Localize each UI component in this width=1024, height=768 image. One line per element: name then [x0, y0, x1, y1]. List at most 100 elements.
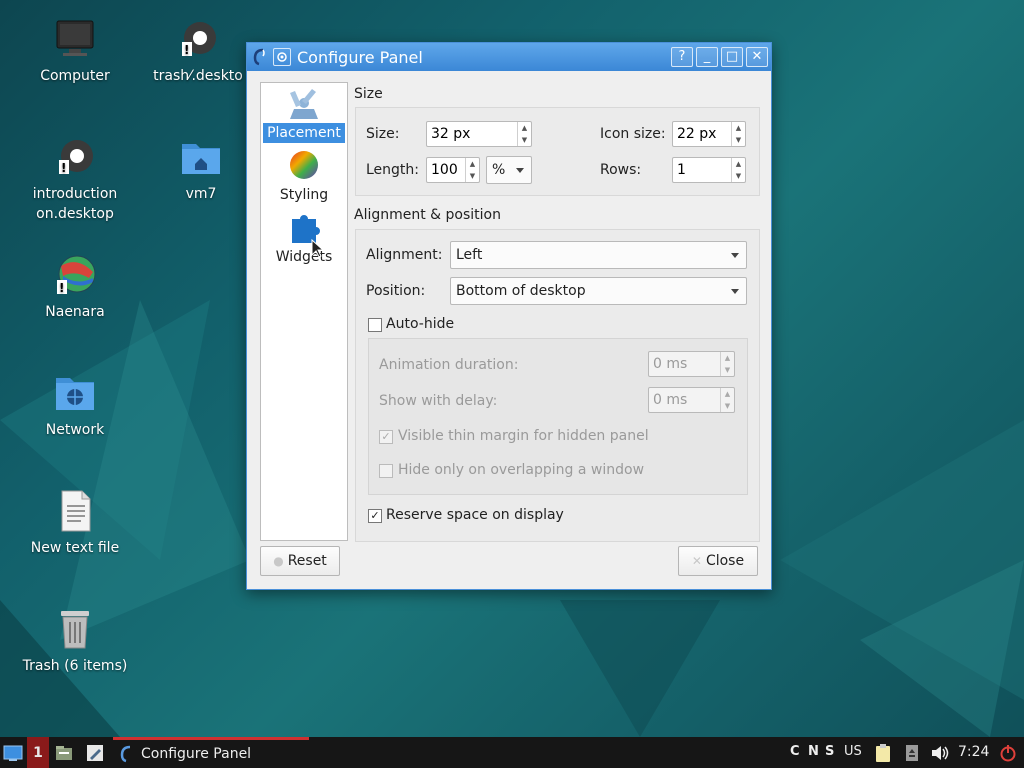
show-delay-spinbox[interactable]: 0 ms ▲ ▼ — [648, 387, 735, 413]
position-select[interactable]: Bottom of desktop — [450, 277, 747, 305]
spin-arrows-icon[interactable]: ▲ ▼ — [720, 388, 734, 412]
spin-arrows-icon[interactable]: ▲ ▼ — [720, 352, 734, 376]
desktop-icon-new-text-file[interactable]: New text file — [20, 490, 130, 558]
overlap-label[interactable]: Hide only on overlapping a window — [398, 462, 644, 478]
close-window-button[interactable]: ✕ — [746, 47, 768, 67]
animation-duration-spinbox[interactable]: 0 ms ▲ ▼ — [648, 351, 735, 377]
help-button[interactable]: ? — [671, 47, 693, 67]
tray-indicator-n[interactable]: N — [808, 744, 819, 759]
desktop-icon-trash[interactable]: Trash (6 items) — [20, 608, 130, 676]
maximize-button[interactable]: □ — [721, 47, 743, 67]
desktop-icon-naenara[interactable]: ! Naenara — [20, 254, 130, 322]
power-button[interactable] — [996, 737, 1020, 768]
icon-size-label: Icon size: — [600, 126, 666, 142]
text-file-icon — [53, 490, 97, 534]
spin-arrows-icon[interactable]: ▲ ▼ — [517, 122, 531, 146]
clock[interactable]: 7:24 — [958, 744, 989, 760]
thin-margin-label[interactable]: Visible thin margin for hidden panel — [398, 428, 649, 444]
gear-desktop-file-icon: ! — [176, 18, 220, 62]
spin-arrows-icon[interactable]: ▲ ▼ — [731, 122, 745, 146]
thin-margin-checkbox[interactable]: ✓ — [379, 430, 393, 444]
tray-indicator-c[interactable]: C — [790, 744, 800, 759]
taskbar: 1 Configure Panel C N S US 7:24 — [0, 737, 1024, 768]
autohide-options-group: Animation duration: 0 ms ▲ ▼ Show with de… — [368, 338, 748, 495]
window-title: Configure Panel — [297, 47, 423, 67]
icon-size-spinbox[interactable]: 22 px ▲ ▼ — [672, 121, 746, 147]
tray-indicator-s[interactable]: S — [825, 744, 834, 759]
clipboard-tray[interactable] — [872, 737, 894, 768]
reserve-space-label[interactable]: Reserve space on display — [386, 507, 564, 523]
file-manager-icon — [56, 745, 72, 760]
task-configure-panel[interactable]: Configure Panel — [113, 737, 309, 768]
browser-globe-icon: ! — [53, 254, 97, 298]
text-editor-launcher[interactable] — [83, 737, 107, 768]
show-delay-label: Show with delay: — [379, 393, 498, 409]
sidebar-item-placement[interactable]: Placement — [261, 87, 347, 143]
overlap-checkbox[interactable] — [379, 464, 393, 478]
reserve-space-checkbox[interactable]: ✓ — [368, 509, 382, 523]
desktop-icon-introduction[interactable]: ! introduction on.desktop — [20, 136, 130, 224]
animation-duration-label: Animation duration: — [379, 357, 519, 373]
reset-icon: ● — [273, 554, 284, 568]
desktop-icon-trash-desktop[interactable]: ! trash⁄.deskto — [146, 18, 250, 86]
autohide-checkbox[interactable] — [368, 318, 382, 332]
close-button[interactable]: ✕ Close — [678, 546, 758, 576]
text-editor-icon — [87, 744, 103, 761]
size-group: Size: 32 px ▲ ▼ Icon size: 22 px ▲ ▼ Lengt… — [355, 107, 760, 196]
trash-icon — [53, 608, 97, 652]
show-desktop-icon — [3, 745, 23, 761]
alignment-group: Alignment: Left Position: Bottom of desk… — [355, 229, 760, 542]
app-logo-icon — [251, 48, 269, 66]
placement-icon — [261, 87, 347, 123]
sidebar-item-widgets[interactable]: Widgets — [261, 211, 347, 267]
chevron-down-icon — [731, 289, 739, 294]
alignment-label: Alignment: — [366, 247, 443, 263]
mouse-pointer-icon — [311, 238, 325, 263]
removable-media-tray[interactable] — [902, 737, 922, 768]
size-section-title: Size — [354, 86, 383, 102]
file-manager-launcher[interactable] — [52, 737, 76, 768]
puzzle-icon — [261, 211, 347, 247]
sidebar-item-styling[interactable]: Styling — [261, 149, 347, 205]
volume-icon — [932, 745, 949, 760]
length-label: Length: — [366, 162, 420, 178]
app-logo-icon — [120, 745, 131, 763]
clipboard-icon — [876, 743, 890, 762]
power-icon — [1000, 744, 1016, 761]
spin-arrows-icon[interactable]: ▲ ▼ — [465, 158, 479, 182]
settings-sidebar: Placement Styling Widgets — [260, 82, 348, 541]
size-label: Size: — [366, 126, 400, 142]
window-menu-icon[interactable] — [273, 48, 291, 66]
color-wheel-icon — [261, 149, 347, 185]
svg-text:!: ! — [59, 281, 64, 295]
length-unit-select[interactable]: % — [486, 156, 532, 184]
rows-label: Rows: — [600, 162, 642, 178]
volume-tray[interactable] — [928, 737, 952, 768]
chevron-down-icon — [516, 168, 524, 173]
window-titlebar[interactable]: Configure Panel ? _ □ ✕ — [247, 43, 771, 71]
position-label: Position: — [366, 283, 426, 299]
autohide-label[interactable]: Auto-hide — [386, 316, 454, 332]
show-desktop-button[interactable] — [0, 737, 26, 768]
close-icon: ✕ — [691, 554, 702, 568]
minimize-button[interactable]: _ — [696, 47, 718, 67]
alignment-section-title: Alignment & position — [354, 207, 501, 223]
computer-icon — [53, 18, 97, 62]
spin-arrows-icon[interactable]: ▲ ▼ — [731, 158, 745, 182]
eject-icon — [906, 744, 918, 761]
svg-text:!: ! — [61, 161, 66, 175]
keyboard-layout[interactable]: US — [844, 744, 862, 759]
desktop-icon-network[interactable]: Network — [20, 372, 130, 440]
gear-desktop-file-icon: ! — [53, 136, 97, 180]
svg-text:!: ! — [184, 43, 189, 57]
network-folder-icon — [53, 372, 97, 416]
size-spinbox[interactable]: 32 px ▲ ▼ — [426, 121, 532, 147]
desktop-icon-vm7[interactable]: vm7 — [146, 136, 256, 204]
alignment-select[interactable]: Left — [450, 241, 747, 269]
desktop-switcher[interactable]: 1 — [27, 737, 49, 768]
reset-button[interactable]: ● Reset — [260, 546, 340, 576]
rows-spinbox[interactable]: 1 ▲ ▼ — [672, 157, 746, 183]
desktop-icon-computer[interactable]: Computer — [20, 18, 130, 86]
home-folder-icon — [179, 136, 223, 180]
length-spinbox[interactable]: 100 ▲ ▼ — [426, 157, 480, 183]
